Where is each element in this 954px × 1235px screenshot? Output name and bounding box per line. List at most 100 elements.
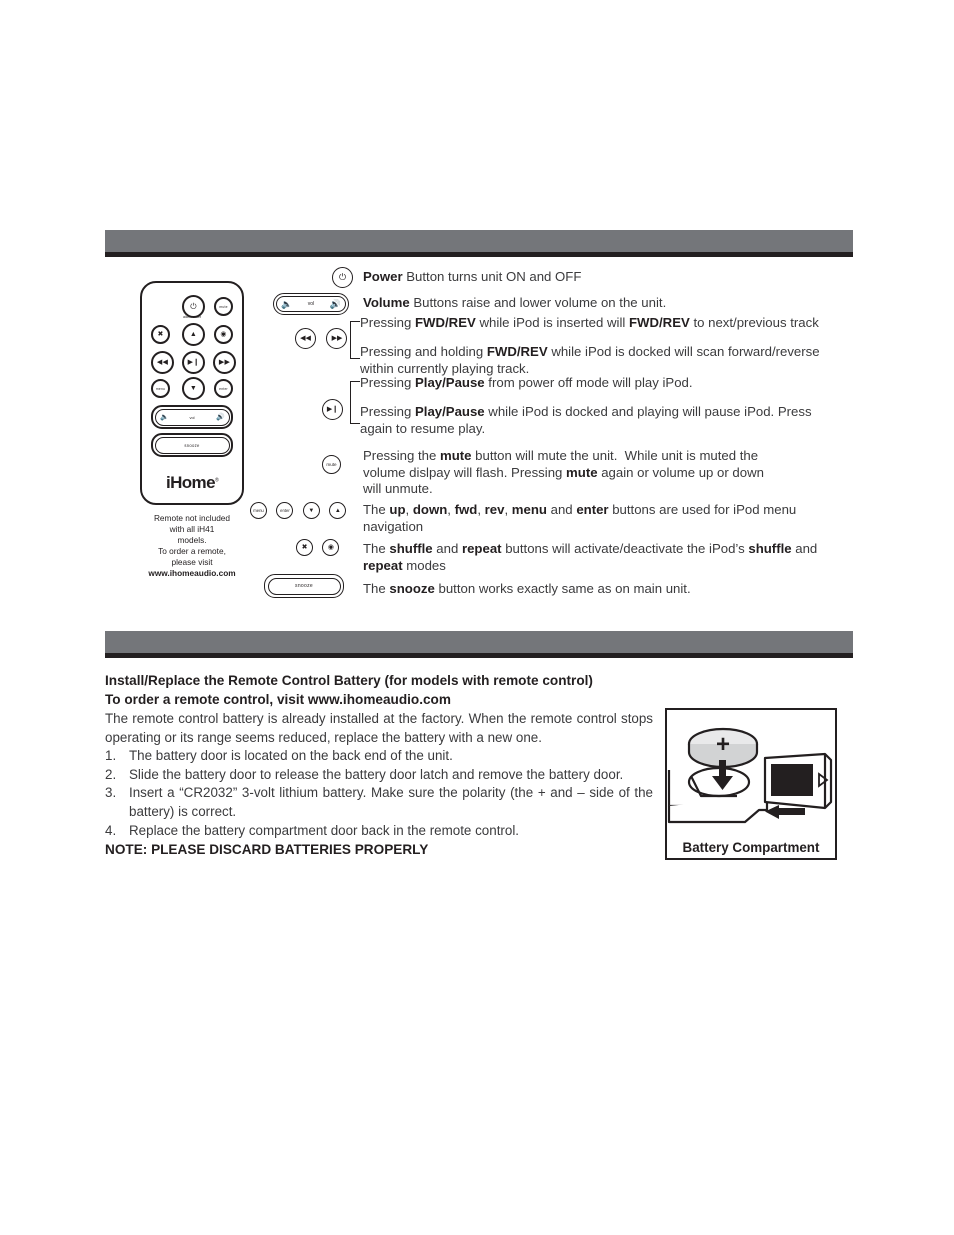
remote-fwd-button: ▶▶ [213,351,236,374]
rev-icon: ◀◀ [156,359,169,366]
volume-down-icon: 🔈 [281,298,293,309]
callout-shuffle-repeat-icons: ✖ ◉ [296,539,340,557]
battery-step: 3. Insert a “CR2032” 3-volt lithium batt… [105,784,653,821]
snooze-pill: snooze [264,574,344,598]
battery-polarity-label: + [716,731,730,758]
slide-arrow-icon [765,805,805,819]
battery-step-text: Slide the battery door to release the ba… [129,766,624,782]
power-icon: ⏻ [332,267,353,288]
section-bar-battery [105,631,853,658]
play-pause-icon: ▶❙ [187,359,200,366]
manual-page: ⏻ alarm reset mute ✖ ▲ ◉ ◀◀ ▶❙ ▶▶ menu ▼… [0,0,954,1235]
remote-shuffle-button: ✖ [151,325,170,344]
callout-play-pause-line2: Pressing Play/Pause while iPod is docked… [360,404,812,436]
battery-section: Install/Replace the Remote Control Batte… [105,672,653,857]
down-icon-glyph: ▼ [308,507,315,514]
fwd-icon: ▶▶ [326,328,348,349]
door-grip-texture [771,764,813,796]
battery-step: 2. Slide the battery door to release the… [105,766,653,785]
ihome-logo: iHome® [142,473,242,493]
repeat-icon: ◉ [322,539,340,557]
fwd-icon: ▶▶ [218,359,231,366]
down-icon: ▼ [189,385,198,392]
callout-play-pause-line1: Pressing Play/Pause from power off mode … [360,375,693,390]
callout-play-pause-icon: ▶❙ [322,399,343,420]
battery-step-number: 4. [105,822,117,838]
enter-icon: enter [276,502,294,520]
remote-down-button: ▼ [182,377,205,400]
rev-icon: ◀◀ [295,328,316,349]
caption-url: www.ihomeaudio.com [148,568,236,578]
section-bar-remote-control [105,230,853,257]
callout-power-text: Power Button turns unit ON and OFF [363,269,582,284]
battery-step: 4. Replace the battery compartment door … [105,822,653,841]
mute-icon-label: mute [326,462,337,467]
remote-control-illustration: ⏻ alarm reset mute ✖ ▲ ◉ ◀◀ ▶❙ ▶▶ menu ▼… [133,281,251,579]
battery-figure-caption: Battery Compartment [667,836,835,858]
callout-snooze-icon: snooze [264,574,344,598]
remote-play-pause-button: ▶❙ [182,351,205,374]
battery-step-number: 2. [105,766,117,782]
remote-caption: Remote not included with all iH41 models… [133,513,251,579]
callout-navigation-icons: menu enter ▼ ▲ [250,502,347,520]
ihome-logo-text: iHome [165,473,216,492]
mute-icon: mute [322,455,341,474]
caption-line-1: Remote not included [153,513,231,523]
caption-line-5: please visit [171,557,213,567]
battery-step-text: Replace the battery compartment door bac… [129,822,520,838]
battery-step: 1. The battery door is located on the ba… [105,747,653,766]
battery-compartment-drawing: + [667,727,833,824]
callout-shuffle-repeat-text: The shuffle and repeat buttons will acti… [363,541,818,573]
battery-intro: The remote control battery is already in… [105,711,653,745]
mute-label: mute [219,304,228,309]
callout-mute-text: Pressing the mute button will mute the u… [363,448,764,497]
callout-fwd-rev-line2: Pressing and holding FWD/REV while iPod … [360,344,820,376]
down-icon: ▼ [302,502,320,520]
battery-step-number: 3. [105,785,117,801]
battery-step-text: The battery door is located on the back … [129,748,453,764]
remote-snooze-button: snooze [151,433,233,457]
callout-snooze-text: The snooze button works exactly same as … [363,581,691,596]
caption-line-2: with all iH41 [169,524,215,534]
battery-note: NOTE: PLEASE DISCARD BATTERIES PROPERLY [105,842,429,858]
callout-fwd-rev-line1: Pressing FWD/REV while iPod is inserted … [360,315,819,330]
callout-fwd-rev-icons: ◀◀ ▶▶ [295,328,348,349]
caption-line-4: To order a remote, [158,546,226,556]
volume-up-icon: 🔊 [329,298,341,309]
menu-icon: menu [250,502,267,520]
volume-up-icon: 🔊 [216,413,225,421]
shuffle-icon: ✖ [296,539,313,557]
battery-heading-line2: To order a remote control, visit www.iho… [105,691,451,707]
shuffle-icon: ✖ [157,331,164,338]
ihome-logo-tm: ® [214,477,219,484]
remote-power-sublabel: alarm reset [183,315,201,319]
remote-rev-button: ◀◀ [151,351,174,374]
remote-repeat-button: ◉ [214,325,233,344]
volume-pill-label: vol [307,301,315,307]
menu-label: menu [155,386,166,391]
play-pause-icon: ▶❙ [322,399,343,420]
remote-body: ⏻ alarm reset mute ✖ ▲ ◉ ◀◀ ▶❙ ▶▶ menu ▼… [140,281,244,505]
remote-mute-button: mute [214,297,233,316]
menu-icon-label: menu [253,508,264,514]
bracket-fwd-rev [350,321,360,359]
enter-icon-label: enter [280,508,290,514]
enter-label: enter [219,386,228,391]
bracket-play-pause [350,381,360,424]
callout-volume-text: Volume Buttons raise and lower volume on… [363,295,667,310]
up-icon: ▲ [189,331,198,338]
battery-step-number: 1. [105,748,117,764]
up-icon-glyph: ▲ [334,507,341,514]
callout-volume: 🔈 vol 🔊 [273,293,349,315]
battery-compartment-figure: + Battery Compartment [665,708,837,860]
caption-line-3: models. [177,535,207,545]
battery-heading-line1: Install/Replace the Remote Control Batte… [105,673,593,688]
remote-volume-bar: 🔈 vol 🔊 [151,405,233,429]
volume-pill: 🔈 vol 🔊 [273,293,349,315]
battery-steps: 1. The battery door is located on the ba… [105,747,653,840]
remote-up-button: ▲ [182,323,205,346]
power-icon: ⏻ [190,301,197,311]
callout-navigation-text: The up, down, fwd, rev, menu and enter b… [363,502,797,534]
remote-menu-button: menu [151,379,170,398]
repeat-icon: ◉ [220,331,227,338]
